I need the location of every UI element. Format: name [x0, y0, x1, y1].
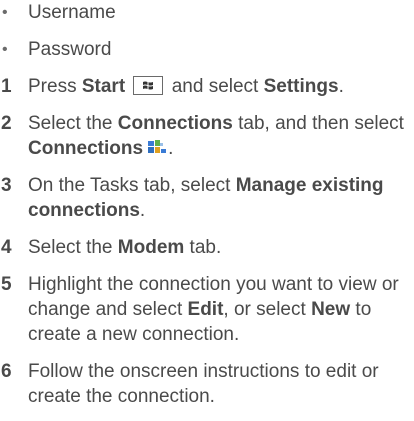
- step-bold-new: New: [311, 299, 351, 320]
- step-text: tab.: [184, 237, 222, 258]
- step-text: .: [168, 138, 174, 159]
- step-list: 1 Press Start and select Settings. 2 Sel…: [0, 74, 414, 421]
- bullet-list: • Username • Password: [0, 0, 414, 74]
- step-text: and select: [166, 76, 264, 97]
- step-bold-modem: Modem: [117, 237, 185, 258]
- bullet-dot: •: [2, 4, 8, 21]
- step-number: 3: [1, 175, 12, 196]
- step-text: Press: [28, 76, 82, 97]
- bullet-item-username: • Username: [0, 0, 414, 37]
- step-1: 1 Press Start and select Settings.: [0, 74, 414, 99]
- bullet-dot: •: [2, 41, 8, 58]
- step-bold-connections: Connections: [28, 138, 144, 159]
- step-number: 5: [1, 274, 12, 295]
- step-text: .: [338, 76, 344, 97]
- step-text: Select the: [28, 113, 118, 134]
- step-bold-edit: Edit: [187, 299, 224, 320]
- step-2: 2 Select the Connections tab, and then s…: [0, 111, 414, 161]
- step-text: Follow the onscreen instructions to edit…: [28, 361, 379, 407]
- step-number: 2: [1, 113, 12, 134]
- step-number: 4: [1, 237, 12, 258]
- step-3: 3 On the Tasks tab, select Manage existi…: [0, 173, 414, 223]
- step-text: On the Tasks tab, select: [28, 175, 236, 196]
- step-text: Select the: [28, 237, 118, 258]
- step-5: 5 Highlight the connection you want to v…: [0, 272, 414, 347]
- step-bold-settings: Settings: [263, 76, 339, 97]
- step-number: 1: [1, 76, 12, 97]
- windows-start-icon: [133, 76, 164, 95]
- step-bold-connections-tab: Connections: [117, 113, 233, 134]
- step-6: 6 Follow the onscreen instructions to ed…: [0, 359, 414, 409]
- bullet-text: Username: [28, 2, 116, 23]
- step-bold-start: Start: [81, 76, 126, 97]
- connections-icon: [146, 139, 168, 157]
- step-number: 6: [1, 361, 12, 382]
- step-text: .: [139, 200, 146, 221]
- step-text: tab, and then select: [232, 113, 404, 134]
- bullet-item-password: • Password: [0, 37, 414, 74]
- step-4: 4 Select the Modem tab.: [0, 235, 414, 260]
- bullet-text: Password: [28, 39, 112, 60]
- step-text: , or select: [223, 299, 312, 320]
